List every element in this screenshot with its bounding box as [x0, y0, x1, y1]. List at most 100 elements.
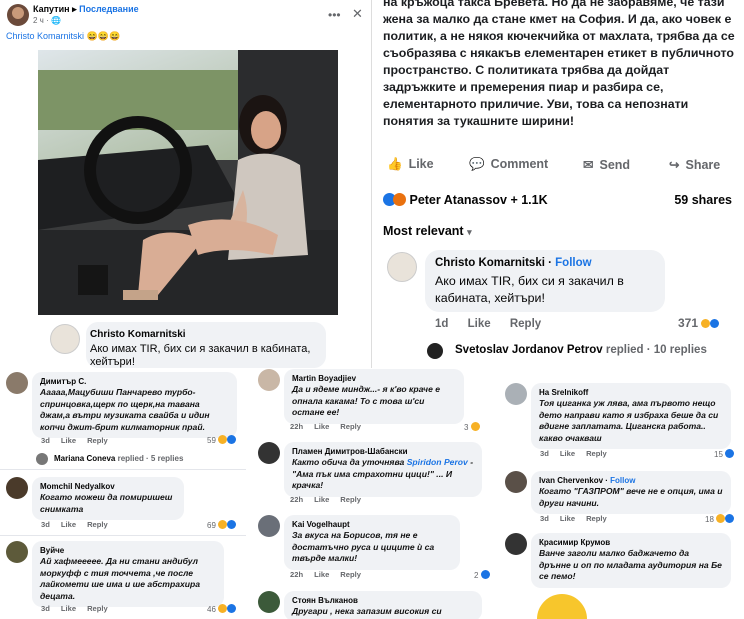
comment-sort-dropdown[interactable]: Most relevant ▾ — [383, 224, 472, 238]
group-name[interactable]: Последвание — [79, 4, 139, 14]
comment-reaction-count[interactable]: 59 — [207, 435, 237, 445]
reply-summary[interactable]: Mariana Coneva replied · 5 replies — [0, 453, 246, 467]
comment: Красимир Крумов Ванче заголи малко баджа… — [499, 533, 744, 593]
comment-like-button[interactable]: Like — [560, 449, 575, 458]
comment-reaction-count[interactable]: 18 — [705, 514, 735, 524]
commenter-avatar[interactable] — [258, 515, 280, 537]
like-reaction-icon — [227, 604, 237, 613]
comment-time: 3d — [540, 449, 549, 458]
like-reaction-icon — [480, 570, 490, 579]
divider — [0, 535, 246, 536]
haha-reaction-icon — [470, 422, 480, 431]
comment-like-button[interactable]: Like — [560, 514, 575, 523]
comment-reaction-count[interactable]: 3 — [464, 422, 480, 432]
comment-text: Ако имах TIR, бих си я закачил в кабинат… — [90, 343, 311, 368]
commenter-avatar[interactable] — [258, 442, 280, 464]
comment: Martin Boyadjiev Да и ядеме миндж...- я … — [252, 369, 496, 435]
comment-reply-button[interactable]: Reply — [87, 520, 108, 529]
haha-reaction-icon — [218, 520, 228, 529]
thumbs-up-icon: 👍 — [387, 157, 403, 171]
comment-reaction-count[interactable]: 2 — [474, 570, 490, 580]
replier-avatar[interactable] — [427, 343, 443, 359]
comment-reaction-count[interactable]: 69 — [207, 520, 237, 530]
comment-like-button[interactable]: Like — [61, 604, 76, 613]
post-photo[interactable] — [38, 50, 338, 315]
commenter-avatar[interactable] — [50, 324, 80, 354]
commenter-name[interactable]: Димитър С. — [40, 376, 229, 387]
follow-button[interactable]: Follow — [555, 257, 591, 269]
comment-reply-button[interactable]: Reply — [340, 495, 361, 504]
comment-reply-button[interactable]: Reply — [87, 604, 108, 613]
commenter-avatar[interactable] — [387, 252, 417, 282]
comment-reply-button[interactable]: Reply — [586, 449, 607, 458]
commenter-avatar[interactable] — [258, 369, 280, 391]
share-label: Share — [685, 158, 721, 172]
comment-time: 22h — [290, 570, 304, 579]
comment-reaction-count[interactable]: 46 — [207, 604, 237, 614]
reactions-summary[interactable]: Peter Atanassov + 1.1K — [383, 193, 548, 207]
commenter-avatar[interactable] — [505, 471, 527, 493]
comment-like-button[interactable]: Like — [61, 436, 76, 445]
comment-like-button[interactable]: Like — [314, 495, 329, 504]
share-arrow-icon: ↪ — [669, 158, 680, 172]
reaction-count: 2 — [474, 571, 479, 580]
commenter-name[interactable]: Christo Komarnitski — [435, 257, 545, 269]
comment-text: Ако имах TIR, бих си я закачил в кабинат… — [435, 274, 624, 305]
mention-link[interactable]: Spiridon Perov — [407, 457, 468, 467]
commenter-name[interactable]: Martin Boyadjiev — [292, 373, 456, 384]
comment-like-button[interactable]: Like — [314, 422, 329, 431]
comment-text: Когато можеш да помиришеш снимката — [40, 492, 173, 514]
send-button[interactable]: ✉ Send — [583, 157, 630, 172]
like-label: Like — [408, 157, 434, 171]
commenter-name[interactable]: Ha Srelnikoff — [539, 387, 723, 398]
post-header: Капутин ▸ Последвание 2 ч · 🌐 ••• ✕ — [0, 0, 371, 26]
author-name[interactable]: Капутин — [33, 4, 70, 14]
more-options-icon[interactable]: ••• — [328, 8, 341, 22]
share-button[interactable]: ↪ Share — [669, 157, 720, 172]
messenger-icon: ✉ — [583, 158, 594, 172]
comment-reply-button[interactable]: Reply — [87, 436, 108, 445]
commenter-name[interactable]: Красимир Крумов — [539, 537, 723, 548]
commenter-name[interactable]: Стоян Вълканов — [292, 595, 474, 606]
comment-meta: 22h Like Reply — [290, 422, 372, 431]
commenter-name[interactable]: Пламен Димитров-Шабански — [292, 446, 474, 457]
comment-reply-button[interactable]: Reply — [340, 570, 361, 579]
comment-like-button[interactable]: Like — [314, 570, 329, 579]
comment-reply-button[interactable]: Reply — [586, 514, 607, 523]
commenter-name[interactable]: Christo Komarnitski — [90, 329, 186, 340]
comment-reaction-count[interactable]: 15 — [714, 449, 735, 459]
commenter-name[interactable]: Вуйче — [40, 545, 216, 556]
commenter-avatar[interactable] — [6, 541, 28, 563]
like-reaction-icon — [227, 520, 237, 529]
comment-time: 1d — [435, 318, 449, 330]
commenter-name[interactable]: Kai Vogelhaupt — [292, 519, 452, 530]
follow-button[interactable]: Follow — [610, 476, 635, 485]
commenter-avatar[interactable] — [258, 591, 280, 613]
like-reaction-icon — [710, 319, 720, 328]
post-time-label: 2 ч · — [33, 16, 51, 25]
haha-reaction-icon — [716, 514, 726, 523]
commenter-avatar[interactable] — [6, 372, 28, 394]
commenter-avatar[interactable] — [505, 383, 527, 405]
view-replies-link[interactable]: Mariana Coneva replied · 5 replies — [54, 454, 183, 463]
commenter-name[interactable]: Momchil Nedyalkov — [40, 481, 176, 492]
comment-text: Другари , нека запазим високия си — [292, 606, 442, 616]
divider — [0, 469, 246, 470]
view-replies-link[interactable]: Svetoslav Jordanov Petrov replied · 10 r… — [455, 344, 707, 356]
comment-time: 3d — [41, 604, 50, 613]
commenter-avatar[interactable] — [505, 533, 527, 555]
comment-like-button[interactable]: Like — [468, 318, 491, 330]
comment-reaction-count[interactable]: 371 — [678, 316, 720, 330]
close-icon[interactable]: ✕ — [352, 6, 363, 22]
author-avatar[interactable] — [7, 4, 29, 26]
comment-time: 3d — [540, 514, 549, 523]
comment-button[interactable]: 💬 Comment — [469, 157, 548, 172]
comment-reply-button[interactable]: Reply — [340, 422, 361, 431]
commenter-avatar[interactable] — [6, 477, 28, 499]
like-button[interactable]: 👍 Like — [387, 157, 434, 172]
comment-like-button[interactable]: Like — [61, 520, 76, 529]
comment-reply-button[interactable]: Reply — [510, 318, 541, 330]
commenter-name[interactable]: Ivan Chervenkov — [539, 476, 603, 485]
caption-mention[interactable]: Christo Komarnitski — [6, 31, 84, 41]
shares-count[interactable]: 59 shares — [674, 193, 732, 207]
